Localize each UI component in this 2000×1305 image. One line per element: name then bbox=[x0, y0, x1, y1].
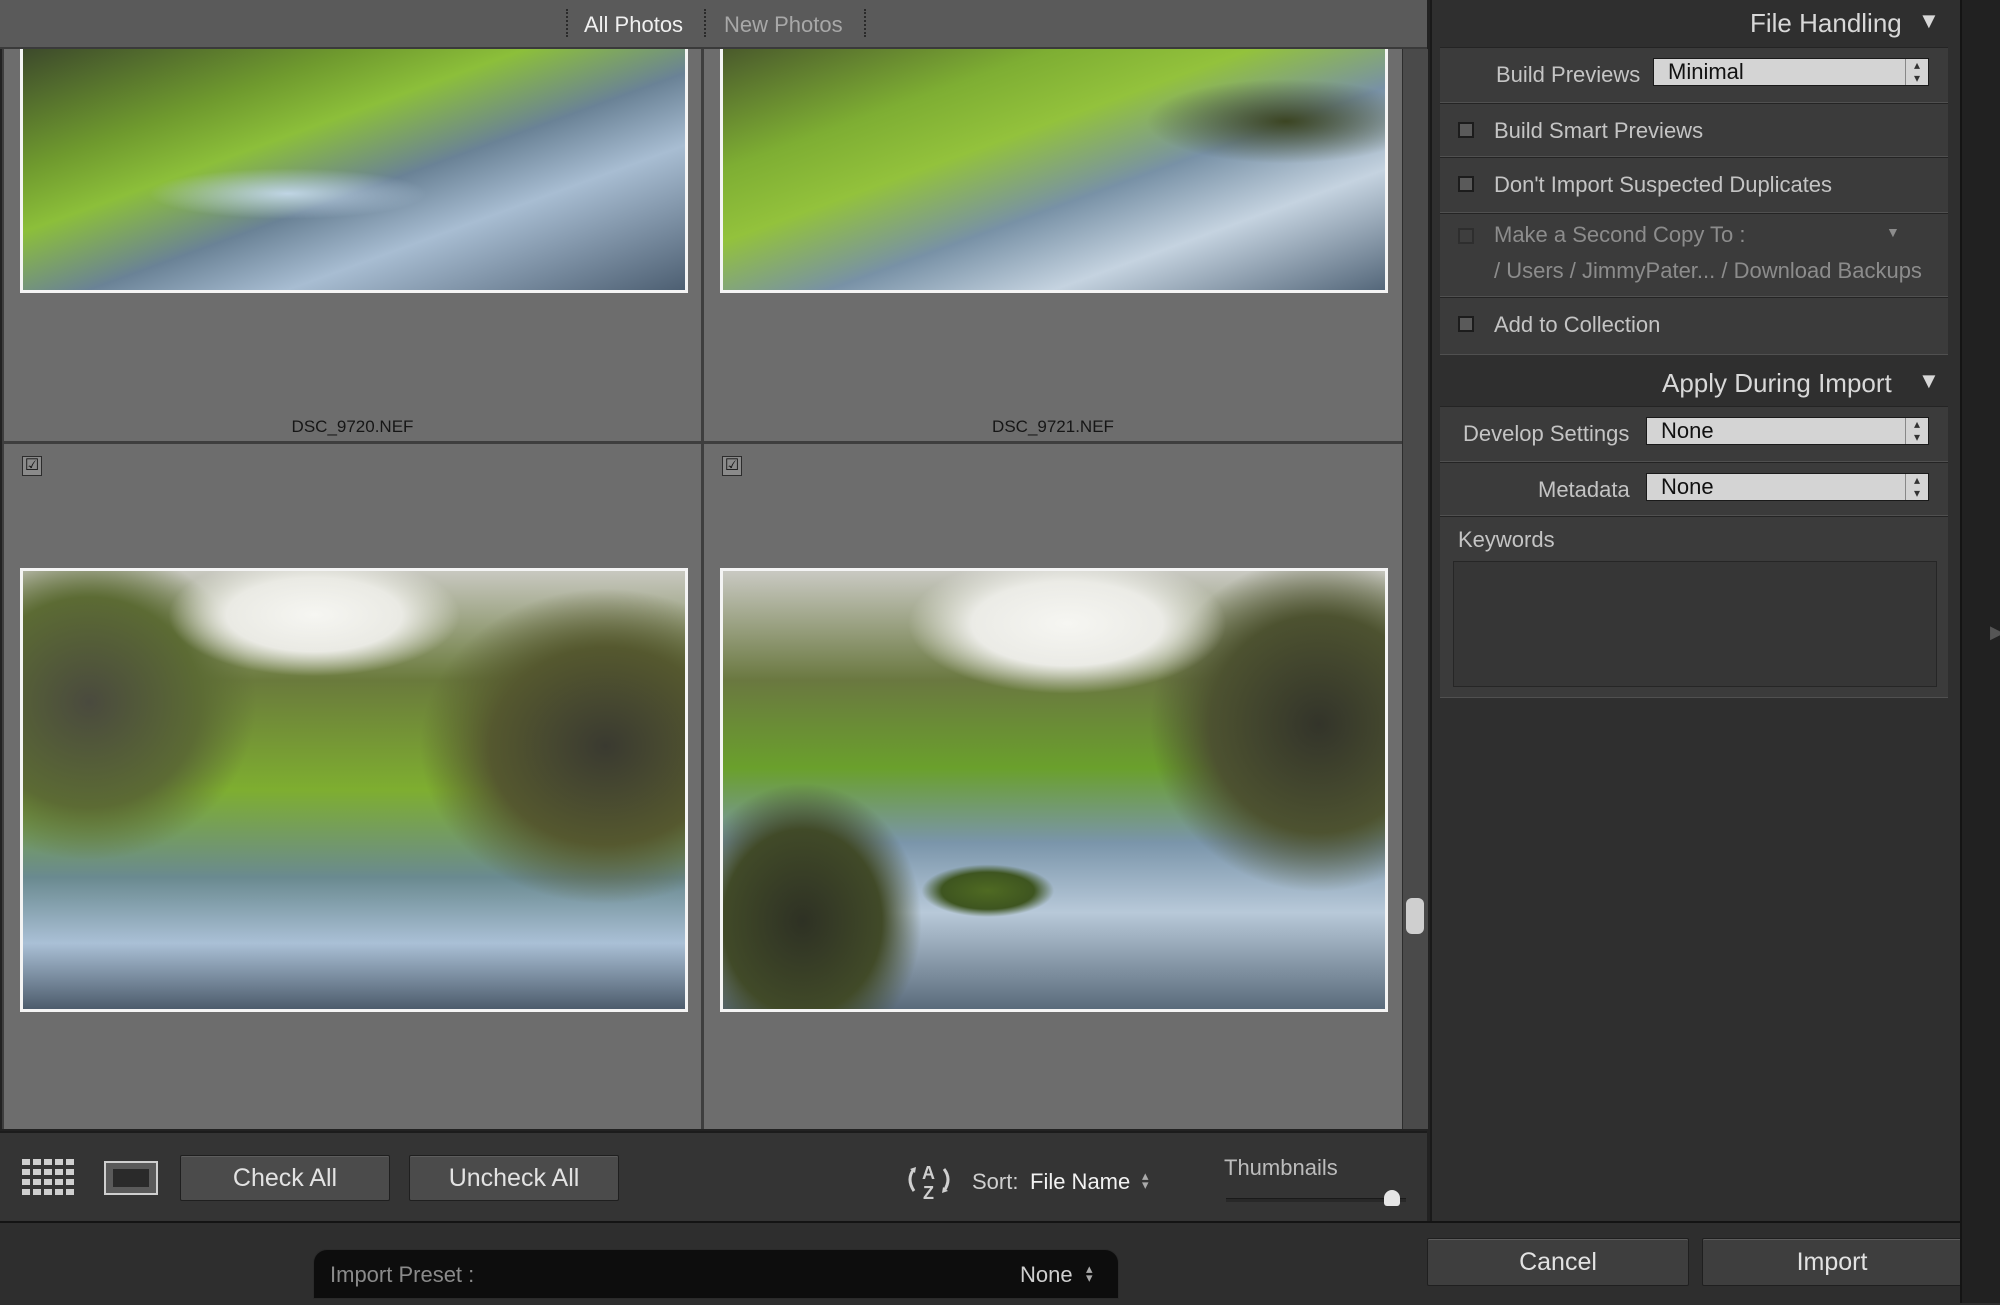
uncheck-all-button[interactable]: Uncheck All bbox=[409, 1155, 619, 1201]
chevron-updown-icon: ▴ ▾ bbox=[1905, 418, 1928, 444]
include-checkbox[interactable]: ☑ bbox=[22, 456, 42, 476]
metadata-select[interactable]: None ▴ ▾ bbox=[1646, 473, 1929, 501]
loupe-view-icon[interactable] bbox=[104, 1161, 158, 1200]
sort-az-icon[interactable]: A Z bbox=[900, 1161, 960, 1206]
apply-during-import-title[interactable]: Apply During Import bbox=[1662, 368, 1892, 399]
panel-edge: ▶ bbox=[1960, 0, 2000, 1303]
divider bbox=[704, 9, 706, 37]
slider-handle[interactable] bbox=[1384, 1190, 1400, 1206]
thumbnails-label: Thumbnails bbox=[1224, 1155, 1338, 1180]
grid-cell[interactable]: DSC_9720.NEF bbox=[4, 49, 701, 441]
thumbnail-size-slider[interactable] bbox=[1226, 1198, 1406, 1202]
photo-thumbnail[interactable] bbox=[20, 568, 688, 1012]
add-to-collection-checkbox[interactable] bbox=[1458, 316, 1474, 332]
include-checkbox[interactable]: ☑ bbox=[722, 456, 742, 476]
chevron-updown-icon: ▴ ▾ bbox=[1905, 59, 1928, 85]
grid-cell[interactable]: ☑ bbox=[4, 444, 701, 1129]
build-previews-select[interactable]: Minimal ▴ ▾ bbox=[1653, 58, 1929, 86]
add-to-collection-label: Add to Collection bbox=[1494, 312, 1661, 337]
import-preset-label: Import Preset : bbox=[330, 1262, 475, 1287]
photo-thumbnail[interactable] bbox=[720, 49, 1388, 293]
second-copy-path: / Users / JimmyPater... / Download Backu… bbox=[1494, 258, 1922, 283]
photo-thumbnail[interactable] bbox=[20, 49, 688, 293]
develop-settings-row: Develop Settings None ▴ ▾ bbox=[1440, 406, 1948, 462]
metadata-value: None bbox=[1661, 474, 1714, 499]
chevron-updown-icon: ▴ ▾ bbox=[1905, 474, 1928, 500]
filter-bar: All Photos New Photos bbox=[0, 0, 1427, 49]
check-all-button[interactable]: Check All bbox=[180, 1155, 390, 1201]
collapse-triangle-icon[interactable]: ▼ bbox=[1918, 8, 1940, 34]
chevron-updown-icon[interactable]: ▴ ▾ bbox=[1086, 1262, 1093, 1284]
scrollbar-track[interactable] bbox=[1402, 49, 1428, 1129]
keywords-label: Keywords bbox=[1458, 527, 1555, 552]
develop-settings-select[interactable]: None ▴ ▾ bbox=[1646, 417, 1929, 445]
keywords-input[interactable] bbox=[1453, 561, 1937, 687]
grid-cell[interactable]: DSC_9721.NEF bbox=[704, 49, 1402, 441]
second-copy-label: Make a Second Copy To : bbox=[1494, 222, 1746, 247]
import-preset-select[interactable]: None bbox=[1020, 1262, 1073, 1288]
grid-view-icon[interactable] bbox=[22, 1159, 76, 1200]
sort-label: Sort: bbox=[972, 1169, 1019, 1194]
second-copy-row[interactable]: Make a Second Copy To : ▼ / Users / Jimm… bbox=[1440, 213, 1948, 297]
expand-panel-icon[interactable]: ▶ bbox=[1990, 622, 2000, 643]
filename-label: DSC_9721.NEF bbox=[992, 417, 1114, 436]
filename-label: DSC_9720.NEF bbox=[291, 417, 414, 436]
cancel-button[interactable]: Cancel bbox=[1427, 1238, 1689, 1286]
develop-settings-value: None bbox=[1661, 418, 1714, 443]
build-smart-previews-row[interactable]: Build Smart Previews bbox=[1440, 103, 1948, 157]
sort-select[interactable]: File Name bbox=[1030, 1169, 1130, 1195]
dont-import-duplicates-label: Don't Import Suspected Duplicates bbox=[1494, 172, 1833, 197]
dont-import-duplicates-row[interactable]: Don't Import Suspected Duplicates bbox=[1440, 157, 1948, 213]
build-previews-row: Build Previews Minimal ▴ ▾ bbox=[1440, 47, 1948, 103]
scrollbar-thumb[interactable] bbox=[1406, 898, 1424, 934]
second-copy-checkbox[interactable] bbox=[1458, 228, 1474, 244]
svg-text:Z: Z bbox=[923, 1183, 934, 1201]
add-to-collection-row[interactable]: Add to Collection bbox=[1440, 297, 1948, 355]
build-previews-value: Minimal bbox=[1668, 59, 1744, 84]
build-previews-label: Build Previews bbox=[1496, 62, 1641, 87]
import-button[interactable]: Import bbox=[1702, 1238, 1962, 1286]
develop-settings-label: Develop Settings bbox=[1463, 421, 1630, 446]
dont-import-duplicates-checkbox[interactable] bbox=[1458, 176, 1474, 192]
photo-grid: DSC_9720.NEF DSC_9721.NEF ☑ ☑ bbox=[2, 49, 1402, 1129]
tab-new-photos[interactable]: New Photos bbox=[724, 12, 843, 38]
build-smart-previews-checkbox[interactable] bbox=[1458, 122, 1474, 138]
divider bbox=[864, 9, 866, 37]
grid-toolbar: Check All Uncheck All A Z Sort: File Nam… bbox=[0, 1131, 1427, 1223]
collapse-triangle-icon[interactable]: ▼ bbox=[1918, 368, 1940, 394]
photo-thumbnail[interactable] bbox=[720, 568, 1388, 1012]
grid-cell[interactable]: ☑ bbox=[704, 444, 1402, 1129]
metadata-label: Metadata bbox=[1538, 477, 1630, 502]
tab-all-photos[interactable]: All Photos bbox=[584, 12, 683, 38]
divider bbox=[566, 9, 568, 37]
chevron-updown-icon[interactable]: ▴ ▾ bbox=[1142, 1169, 1149, 1191]
metadata-row: Metadata None ▴ ▾ bbox=[1440, 462, 1948, 516]
svg-text:A: A bbox=[922, 1163, 935, 1183]
file-handling-title[interactable]: File Handling bbox=[1750, 8, 1902, 39]
build-smart-previews-label: Build Smart Previews bbox=[1494, 118, 1704, 143]
chevron-down-icon[interactable]: ▼ bbox=[1886, 224, 1900, 240]
